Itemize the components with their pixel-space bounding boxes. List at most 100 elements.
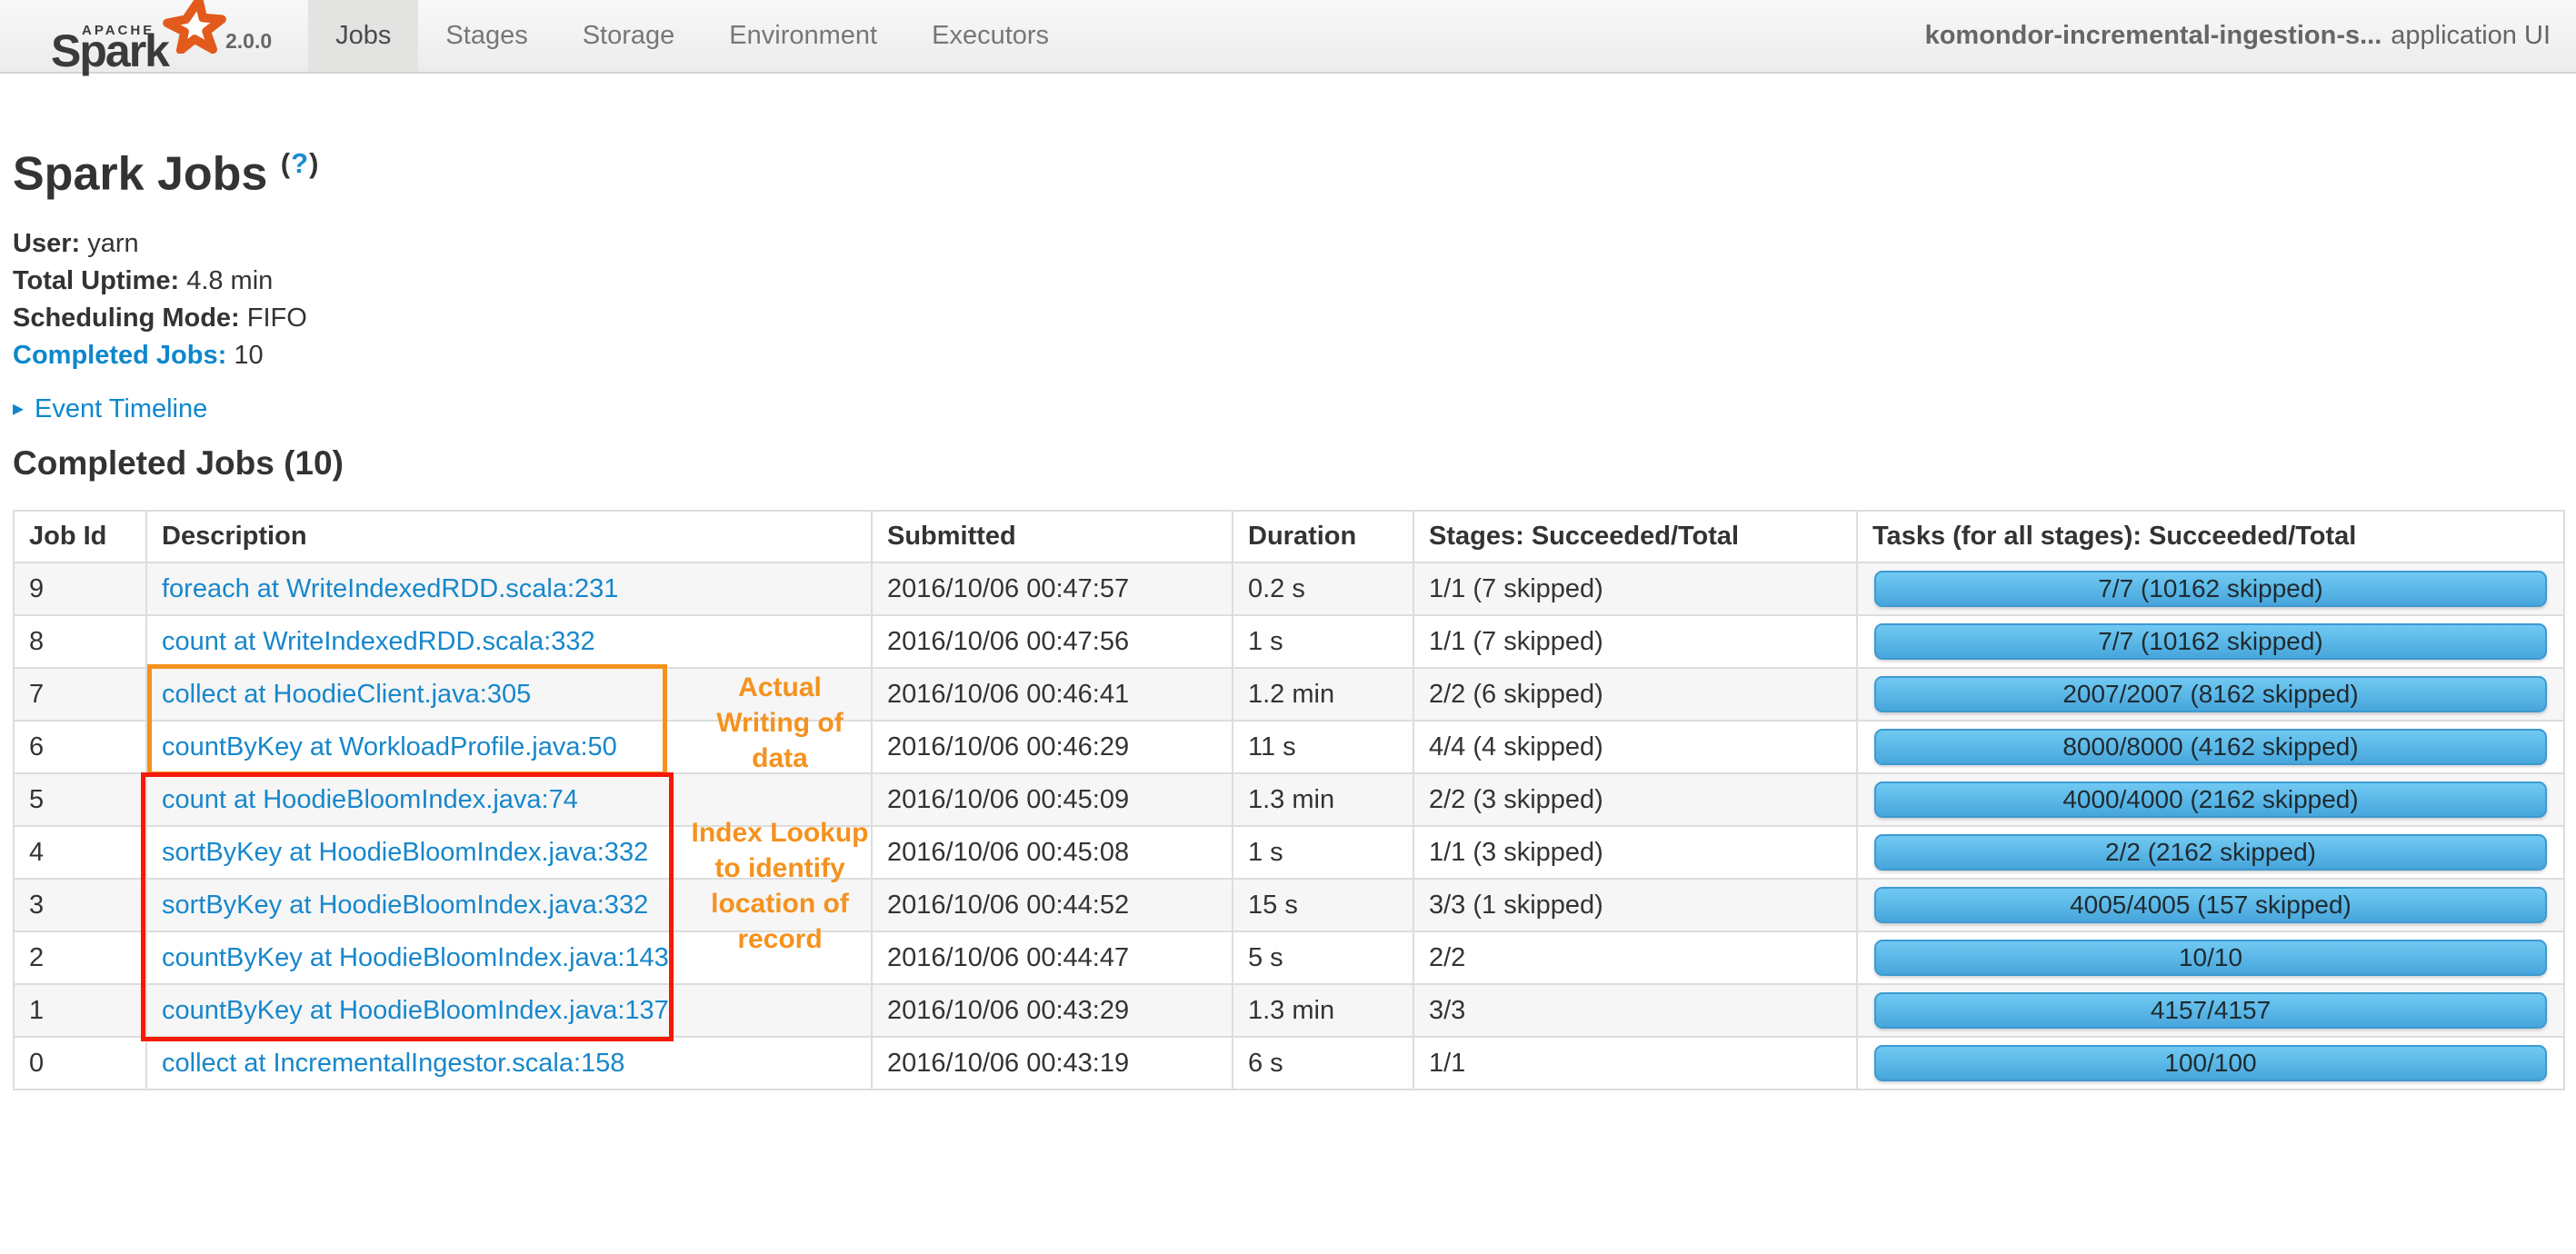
application-ui-suffix: application UI	[2391, 21, 2551, 50]
col-duration[interactable]: Duration	[1232, 510, 1414, 564]
job-submitted-cell: 2016/10/06 00:44:52	[871, 878, 1233, 933]
event-timeline-toggle[interactable]: ▸ Event Timeline	[13, 394, 2563, 424]
col-job-id[interactable]: Job Id	[13, 510, 147, 564]
tab-stages[interactable]: Stages	[418, 0, 554, 72]
job-stages-cell: 1/1 (7 skipped)	[1413, 614, 1858, 670]
job-stages-cell: 2/2	[1413, 931, 1858, 986]
table-row: 2 countByKey at HoodieBloomIndex.java:14…	[13, 931, 2565, 986]
job-stages-cell: 1/1	[1413, 1036, 1858, 1091]
job-id-cell: 5	[13, 772, 147, 828]
nav-tabs: Jobs Stages Storage Environment Executor…	[308, 0, 1076, 72]
col-tasks[interactable]: Tasks (for all stages): Succeeded/Total	[1856, 510, 2565, 564]
job-description-link[interactable]: countByKey at HoodieBloomIndex.java:137	[162, 996, 669, 1025]
job-id-cell: 8	[13, 614, 147, 670]
table-row: 8 count at WriteIndexedRDD.scala:332 201…	[13, 614, 2565, 670]
job-description-link[interactable]: sortByKey at HoodieBloomIndex.java:332	[162, 838, 648, 867]
tab-storage[interactable]: Storage	[555, 0, 703, 72]
summary-uptime: Total Uptime: 4.8 min	[13, 266, 274, 296]
tasks-progress-bar: 4157/4157	[1874, 992, 2547, 1030]
job-description-cell: sortByKey at HoodieBloomIndex.java:332	[145, 878, 873, 933]
tasks-progress-label: 8000/8000 (4162 skipped)	[2062, 732, 2359, 761]
job-id-cell: 6	[13, 720, 147, 775]
spark-logo-text: Spark	[51, 25, 170, 76]
job-stages-cell: 2/2 (3 skipped)	[1413, 772, 1858, 828]
job-description-link[interactable]: collect at HoodieClient.java:305	[162, 680, 531, 709]
tasks-progress-bar: 4005/4005 (157 skipped)	[1874, 887, 2547, 924]
job-duration-cell: 1.3 min	[1232, 983, 1414, 1039]
table-row: 0 collect at IncrementalIngestor.scala:1…	[13, 1036, 2565, 1091]
tab-environment[interactable]: Environment	[702, 0, 904, 72]
job-submitted-cell: 2016/10/06 00:47:57	[871, 562, 1233, 617]
table-row: 4 sortByKey at HoodieBloomIndex.java:332…	[13, 825, 2565, 881]
job-description-cell: countByKey at HoodieBloomIndex.java:143	[145, 931, 873, 986]
job-description-link[interactable]: foreach at WriteIndexedRDD.scala:231	[162, 574, 618, 603]
job-description-cell: count at HoodieBloomIndex.java:74	[145, 772, 873, 828]
job-tasks-cell: 4000/4000 (2162 skipped)	[1856, 772, 2565, 828]
job-duration-cell: 1.2 min	[1232, 667, 1414, 722]
job-description-link[interactable]: count at HoodieBloomIndex.java:74	[162, 785, 578, 814]
job-id-cell: 4	[13, 825, 147, 881]
job-description-cell: collect at IncrementalIngestor.scala:158	[145, 1036, 873, 1091]
completed-jobs-link[interactable]: Completed Jobs:	[13, 341, 226, 370]
job-submitted-cell: 2016/10/06 00:46:41	[871, 667, 1233, 722]
table-row: 9 foreach at WriteIndexedRDD.scala:231 2…	[13, 562, 2565, 617]
col-submitted[interactable]: Submitted	[871, 510, 1233, 564]
job-description-link[interactable]: countByKey at HoodieBloomIndex.java:143	[162, 943, 669, 972]
job-tasks-cell: 2007/2007 (8162 skipped)	[1856, 667, 2565, 722]
expand-arrow-icon: ▸	[13, 396, 25, 422]
job-description-cell: countByKey at WorkloadProfile.java:50	[145, 720, 873, 775]
page-title: Spark Jobs (?)	[13, 147, 320, 201]
job-id-cell: 3	[13, 878, 147, 933]
job-tasks-cell: 4005/4005 (157 skipped)	[1856, 878, 2565, 933]
tasks-progress-bar: 7/7 (10162 skipped)	[1874, 571, 2547, 608]
tab-jobs[interactable]: Jobs	[308, 0, 419, 72]
job-id-cell: 7	[13, 667, 147, 722]
job-stages-cell: 3/3 (1 skipped)	[1413, 878, 1858, 933]
job-submitted-cell: 2016/10/06 00:43:19	[871, 1036, 1233, 1091]
job-id-cell: 1	[13, 983, 147, 1039]
job-description-cell: countByKey at HoodieBloomIndex.java:137	[145, 983, 873, 1039]
job-duration-cell: 1 s	[1232, 614, 1414, 670]
table-row: 1 countByKey at HoodieBloomIndex.java:13…	[13, 983, 2565, 1039]
help-tooltip: (?)	[280, 147, 320, 179]
table-header-row: Job Id Description Submitted Duration St…	[13, 510, 2565, 564]
job-summary-list: User: yarn Total Uptime: 4.8 min Schedul…	[13, 225, 2563, 374]
job-stages-cell: 2/2 (6 skipped)	[1413, 667, 1858, 722]
tab-executors[interactable]: Executors	[904, 0, 1076, 72]
job-description-cell: foreach at WriteIndexedRDD.scala:231	[145, 562, 873, 617]
job-stages-cell: 1/1 (7 skipped)	[1413, 562, 1858, 617]
job-submitted-cell: 2016/10/06 00:47:56	[871, 614, 1233, 670]
table-row: 6 countByKey at WorkloadProfile.java:50 …	[13, 720, 2565, 775]
table-row: 7 collect at HoodieClient.java:305 2016/…	[13, 667, 2565, 722]
application-name: komondor-incremental-ingestion-s... appl…	[1925, 0, 2551, 72]
tasks-progress-bar: 7/7 (10162 skipped)	[1874, 623, 2547, 661]
job-description-link[interactable]: count at WriteIndexedRDD.scala:332	[162, 627, 595, 656]
job-description-link[interactable]: sortByKey at HoodieBloomIndex.java:332	[162, 891, 648, 920]
spark-logo: APACHE Spark	[51, 0, 226, 76]
spark-star-icon	[163, 0, 226, 54]
job-submitted-cell: 2016/10/06 00:46:29	[871, 720, 1233, 775]
job-tasks-cell: 10/10	[1856, 931, 2565, 986]
job-id-cell: 0	[13, 1036, 147, 1091]
summary-completed-jobs: Completed Jobs: 10	[13, 341, 264, 371]
col-stages[interactable]: Stages: Succeeded/Total	[1413, 510, 1858, 564]
job-duration-cell: 5 s	[1232, 931, 1414, 986]
tasks-progress-bar: 2/2 (2162 skipped)	[1874, 834, 2547, 871]
spark-version: 2.0.0	[225, 29, 273, 53]
job-description-link[interactable]: countByKey at WorkloadProfile.java:50	[162, 732, 617, 761]
job-tasks-cell: 7/7 (10162 skipped)	[1856, 614, 2565, 670]
col-description[interactable]: Description	[145, 510, 873, 564]
tasks-progress-label: 7/7 (10162 skipped)	[2098, 574, 2323, 603]
job-submitted-cell: 2016/10/06 00:45:09	[871, 772, 1233, 828]
job-duration-cell: 11 s	[1232, 720, 1414, 775]
job-submitted-cell: 2016/10/06 00:44:47	[871, 931, 1233, 986]
completed-jobs-table: Job Id Description Submitted Duration St…	[13, 510, 2565, 1091]
job-description-link[interactable]: collect at IncrementalIngestor.scala:158	[162, 1049, 624, 1078]
job-tasks-cell: 7/7 (10162 skipped)	[1856, 562, 2565, 617]
job-stages-cell: 4/4 (4 skipped)	[1413, 720, 1858, 775]
application-name-truncated: komondor-incremental-ingestion-s...	[1924, 21, 2382, 50]
job-duration-cell: 0.2 s	[1232, 562, 1414, 617]
job-duration-cell: 1 s	[1232, 825, 1414, 881]
help-question-icon[interactable]: ?	[291, 147, 309, 179]
completed-jobs-heading: Completed Jobs (10)	[13, 444, 344, 483]
